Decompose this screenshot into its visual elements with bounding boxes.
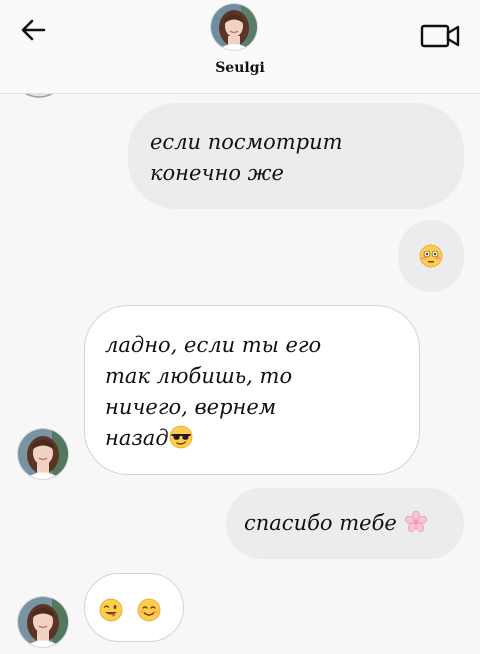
message-text: если посмотрит [150, 130, 343, 154]
message-text: назад [105, 426, 169, 450]
smiling-face-emoji [137, 598, 161, 622]
chat-header: Seulgi [0, 0, 480, 94]
arrow-left-icon[interactable] [18, 16, 50, 44]
message-text-line: спасибо тебе [244, 508, 444, 539]
message-text: так любишь, то [105, 364, 293, 388]
message-bubble-incoming[interactable] [84, 573, 184, 642]
message-text: конечно же [150, 161, 284, 185]
message-bubble-incoming[interactable]: ладно, если ты его так любишь, то ничего… [84, 305, 420, 475]
sender-avatar[interactable] [17, 428, 69, 480]
message-bubble-outgoing[interactable] [398, 220, 464, 292]
cherry-blossom-emoji [404, 510, 427, 532]
video-camera-icon[interactable] [420, 22, 462, 50]
flushed-face-emoji [419, 244, 443, 268]
sunglasses-face-emoji [169, 425, 193, 449]
contact-avatar[interactable] [210, 3, 258, 51]
contact-name[interactable]: Seulgi [0, 60, 480, 76]
message-bubble-outgoing[interactable]: если посмотрит конечно же [128, 103, 464, 209]
message-bubble-outgoing[interactable]: спасибо тебе [226, 488, 464, 559]
message-text: спасибо тебе [244, 511, 397, 535]
winking-tongue-face-emoji [99, 598, 123, 622]
message-text-line: назад [105, 423, 399, 454]
message-text: ладно, если ты его [105, 333, 322, 357]
message-text: ничего, вернем [105, 395, 277, 419]
sender-avatar[interactable] [17, 596, 69, 648]
